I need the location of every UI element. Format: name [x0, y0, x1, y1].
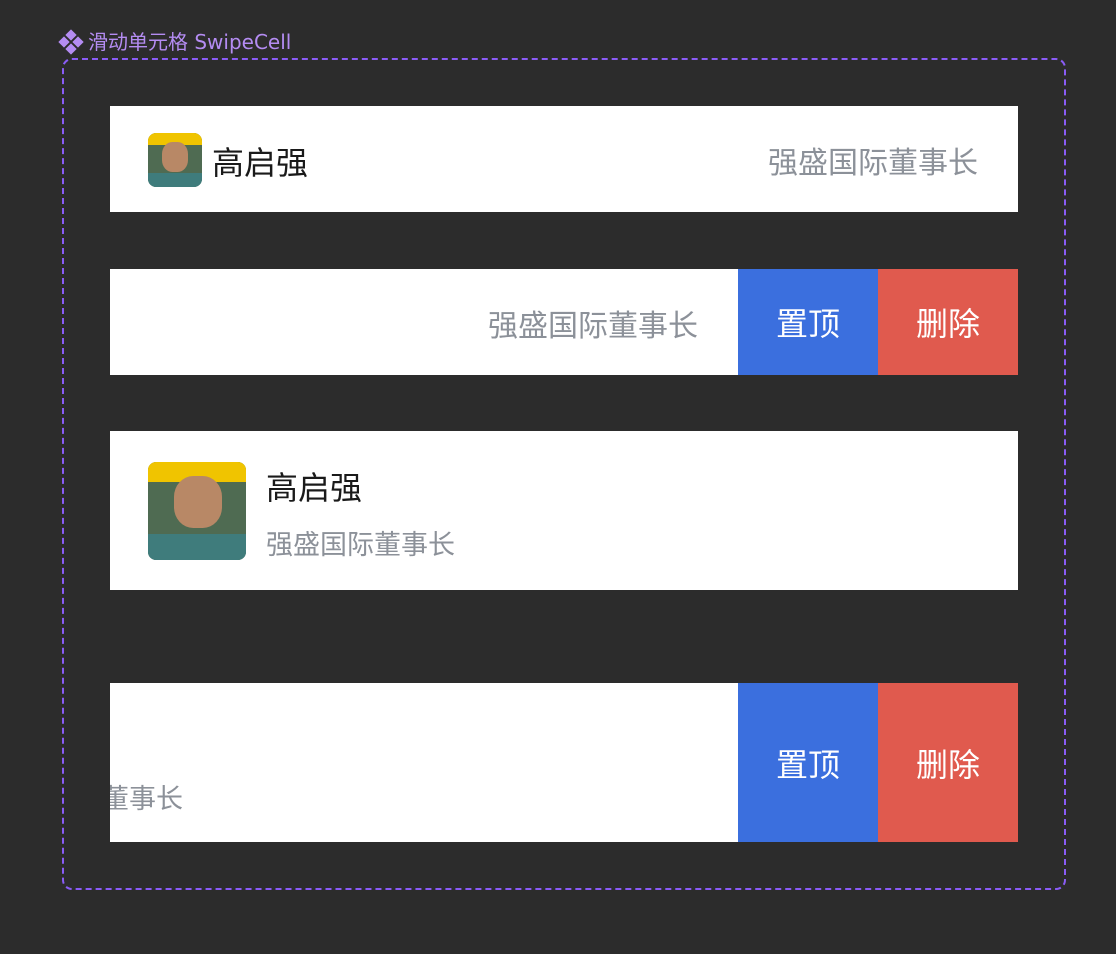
pin-button[interactable]: 置顶	[738, 269, 878, 375]
pin-button[interactable]: 置顶	[738, 683, 878, 842]
avatar	[148, 133, 202, 187]
cell-title: 高启强	[212, 144, 309, 182]
delete-button[interactable]: 删除	[878, 683, 1018, 842]
cell-title: 高启强	[266, 469, 363, 507]
swipe-cell[interactable]: 强盛国际董事长 置顶 删除	[110, 269, 1018, 375]
cell-label: 董事长	[110, 784, 183, 815]
frame-label: 滑动单元格 SwipeCell	[58, 28, 292, 56]
component-diamond-icon	[58, 29, 84, 55]
swipe-cell[interactable]: 高启强 强盛国际董事长	[110, 431, 1018, 590]
cell-value: 强盛国际董事长	[488, 309, 698, 344]
swipe-cell[interactable]: 高启强 强盛国际董事长	[110, 106, 1018, 212]
cell-label: 强盛国际董事长	[266, 530, 455, 561]
avatar	[148, 462, 246, 560]
swipe-cell[interactable]: 董事长 置顶 删除	[110, 683, 1018, 842]
frame-title: 滑动单元格 SwipeCell	[88, 30, 292, 54]
delete-button[interactable]: 删除	[878, 269, 1018, 375]
cell-value: 强盛国际董事长	[768, 146, 978, 181]
